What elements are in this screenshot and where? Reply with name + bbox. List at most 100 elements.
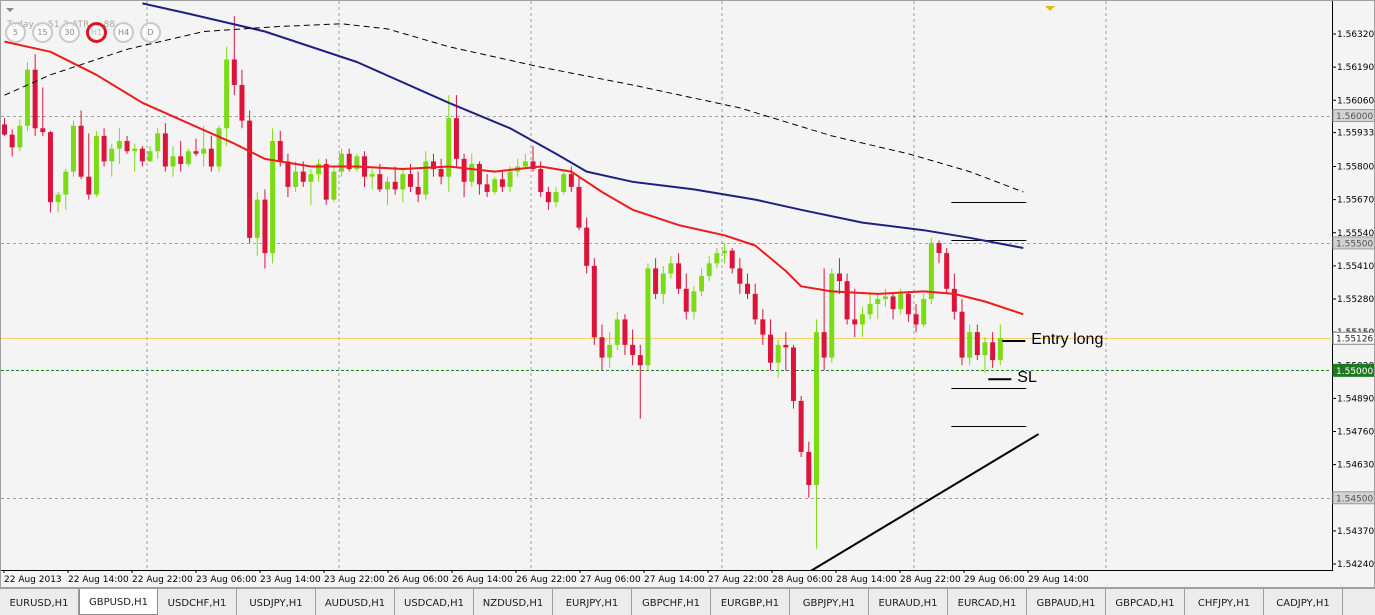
candle-body <box>285 161 291 187</box>
candle-body <box>499 179 505 187</box>
candle-body <box>201 148 207 154</box>
candle <box>116 128 122 164</box>
trend-line <box>800 433 1040 578</box>
candle-body <box>905 293 911 315</box>
candle-body <box>859 314 865 325</box>
candle-body <box>745 283 751 294</box>
candle-body <box>599 337 605 358</box>
timeframe-button-5[interactable]: 5 <box>5 21 26 43</box>
symbol-tab-cadjpy[interactable]: CADJPY,H1 <box>1264 589 1343 615</box>
symbol-tab-euraud[interactable]: EURAUD,H1 <box>869 589 948 615</box>
candle-body <box>124 141 130 152</box>
candle <box>423 151 429 200</box>
candle <box>392 166 398 195</box>
timeframe-button-h1[interactable]: H1 <box>86 21 107 43</box>
candle <box>55 191 61 213</box>
time-axis-label: 27 Aug 14:00 <box>644 575 705 585</box>
price-axis-label: 1.55280 <box>1337 295 1374 305</box>
candle <box>683 273 689 320</box>
candle-body <box>798 400 804 452</box>
candle <box>78 110 84 180</box>
candle <box>354 153 360 172</box>
candle-body <box>55 194 61 203</box>
candle <box>400 169 406 203</box>
candle <box>224 46 230 147</box>
price-axis-label: 1.54890 <box>1337 394 1374 404</box>
candle-body <box>561 174 567 192</box>
candle <box>890 293 896 320</box>
candle <box>476 161 482 195</box>
candle-body <box>231 59 237 85</box>
candle <box>285 153 291 198</box>
symbol-tab-audusd[interactable]: AUDUSD,H1 <box>316 589 395 615</box>
candle-body <box>752 293 758 320</box>
ma-fast-line <box>4 40 1024 316</box>
candle <box>951 273 957 320</box>
candle-body <box>836 273 842 282</box>
time-axis-label: 22 Aug 22:00 <box>132 575 193 585</box>
candle <box>86 133 92 200</box>
candle <box>446 95 452 192</box>
candle <box>928 237 934 305</box>
symbol-tab-gbpcad[interactable]: GBPCAD,H1 <box>1106 589 1185 615</box>
candle <box>829 268 835 363</box>
candle-body <box>392 181 398 190</box>
timeframe-button-h4[interactable]: H4 <box>113 21 134 43</box>
candle <box>247 110 253 243</box>
shift-marker-icon <box>1045 6 1055 11</box>
candle-body <box>944 253 950 289</box>
time-axis-label: 22 Aug 2013 <box>4 575 62 585</box>
price-chart[interactable]: 1.56320 1.56190 1.56060 1.55933 1.55800 1.556… <box>1 1 1375 588</box>
candle-body <box>775 344 781 363</box>
candle <box>185 148 191 167</box>
candle <box>40 87 46 136</box>
candle <box>699 268 705 297</box>
price-axis-label: 1.56190 <box>1337 63 1374 73</box>
candle-body <box>829 273 835 358</box>
candle-body <box>139 148 145 162</box>
candlestick-series <box>2 16 1003 549</box>
candle-body <box>783 344 789 348</box>
symbol-tab-chfjpy[interactable]: CHFJPY,H1 <box>1185 589 1264 615</box>
symbol-tab-eurusd[interactable]: EURUSD,H1 <box>0 589 79 615</box>
chart-menu-arrow-icon[interactable] <box>6 8 14 12</box>
candle-body <box>660 273 666 294</box>
candle-body <box>224 59 230 129</box>
symbol-tab-gbpusd[interactable]: GBPUSD,H1 <box>79 589 158 615</box>
candle-body <box>982 342 988 356</box>
candle <box>193 138 199 157</box>
candle-body <box>178 156 184 164</box>
symbol-tab-eurjpy[interactable]: EURJPY,H1 <box>553 589 632 615</box>
symbol-tab-gbpaud[interactable]: GBPAUD,H1 <box>1027 589 1106 615</box>
candle-body <box>24 69 30 126</box>
timeframe-button-30[interactable]: 30 <box>59 21 80 43</box>
horizontal-levels <box>1 116 1331 499</box>
timeframe-button-15[interactable]: 15 <box>32 21 53 43</box>
chart-window[interactable]: 1.56320 1.56190 1.56060 1.55933 1.55800 1.556… <box>0 0 1375 588</box>
symbol-tab-usdjpy[interactable]: USDJPY,H1 <box>237 589 316 615</box>
symbol-tab-eurgbp[interactable]: EURGBP,H1 <box>711 589 790 615</box>
candle-body <box>339 153 345 172</box>
timeframe-button-d[interactable]: D <box>140 21 161 43</box>
candle-body <box>476 163 482 185</box>
candle <box>737 258 743 294</box>
symbol-tab-nzdusd[interactable]: NZDUSD,H1 <box>474 589 553 615</box>
candle-body <box>300 171 306 182</box>
candle <box>622 314 628 356</box>
candle <box>499 171 505 192</box>
candle-body <box>538 169 544 192</box>
entry-long-label: Entry long <box>1031 331 1104 349</box>
candle-body <box>553 191 559 203</box>
symbol-tab-usdcad[interactable]: USDCAD,H1 <box>395 589 474 615</box>
candle-body <box>185 151 191 164</box>
symbol-tab-gbpchf[interactable]: GBPCHF,H1 <box>632 589 711 615</box>
candle-body <box>714 253 720 264</box>
symbol-tab-usdchf[interactable]: USDCHF,H1 <box>158 589 237 615</box>
symbol-tab-eurcad[interactable]: EURCAD,H1 <box>948 589 1027 615</box>
symbol-tab-gbpjpy[interactable]: GBPJPY,H1 <box>790 589 869 615</box>
candle-body <box>32 69 38 129</box>
candle <box>875 293 881 320</box>
candle <box>813 319 819 549</box>
candle <box>982 337 988 373</box>
candle <box>469 153 475 187</box>
